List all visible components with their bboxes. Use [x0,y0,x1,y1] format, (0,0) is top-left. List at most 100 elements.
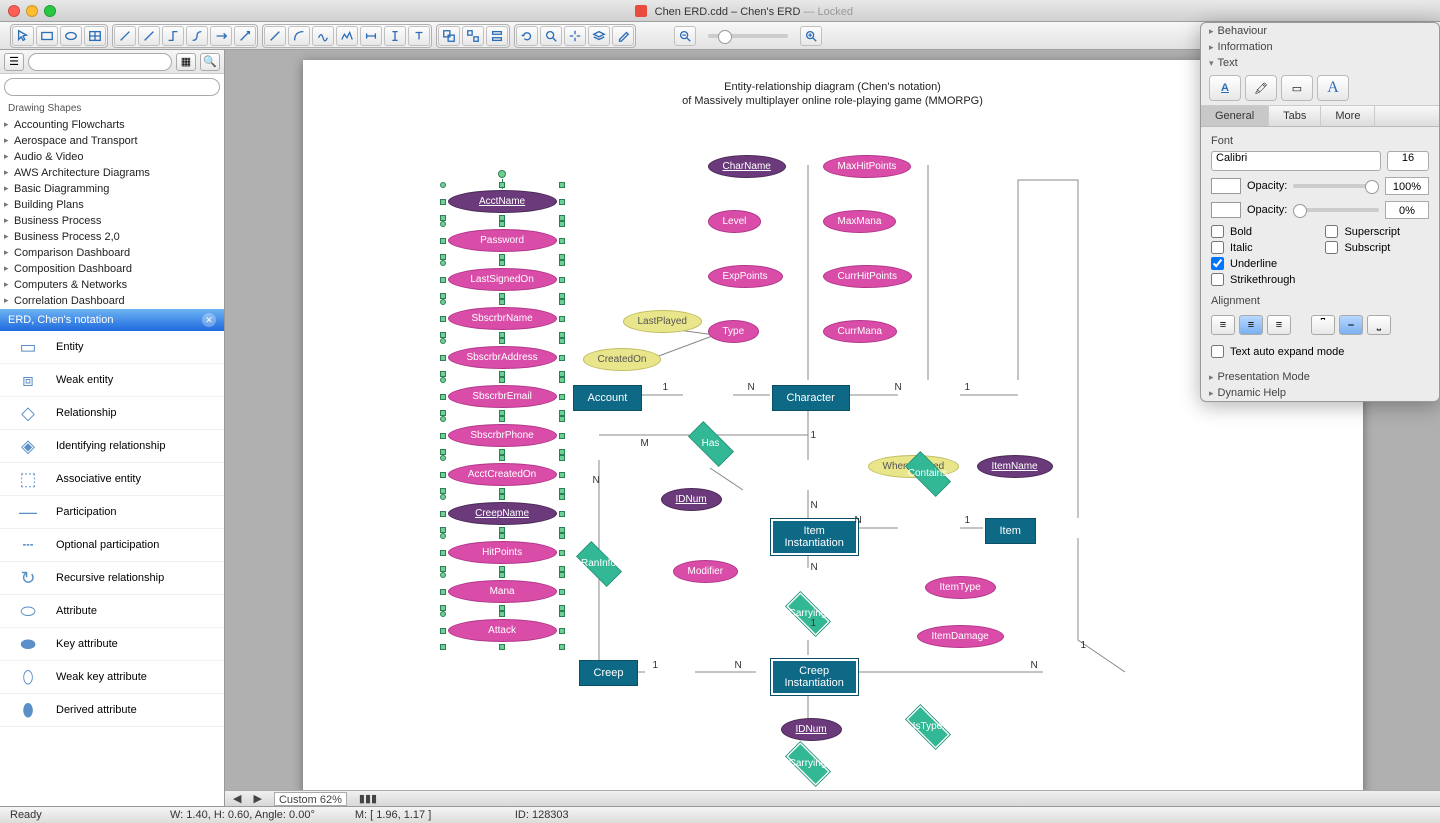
entity-character[interactable]: Character [772,385,850,411]
polyline-tool[interactable] [336,26,358,46]
underline-checkbox[interactable] [1211,257,1224,270]
library-grid-icon[interactable]: ▦ [176,53,196,71]
shape-item[interactable]: ⬮Derived attribute [0,694,224,727]
connector-tool-2[interactable] [138,26,160,46]
valign-top-button[interactable]: ⎴ [1311,315,1335,335]
category-item[interactable]: Aerospace and Transport [0,133,224,149]
text-opacity-slider[interactable] [1293,184,1379,188]
shape-filter-input[interactable] [4,78,220,96]
strike-checkbox[interactable] [1211,273,1224,286]
category-item[interactable]: AWS Architecture Diagrams [0,165,224,181]
attr-itemname[interactable]: ItemName [977,455,1053,478]
tab-more[interactable]: More [1321,106,1375,126]
zoom-window-button[interactable] [44,5,56,17]
category-item[interactable]: Audio & Video [0,149,224,165]
rel-raninfo[interactable]: RanInfo [569,549,629,579]
attr-charname[interactable]: CharName [708,155,786,178]
attr-itemdamage[interactable]: ItemDamage [917,625,1004,648]
align-center-button[interactable]: ≡ [1239,315,1263,335]
auto-expand-checkbox[interactable] [1211,345,1224,358]
rel-has[interactable]: Has [681,429,741,459]
inspector-presentation[interactable]: Presentation Mode [1201,369,1439,385]
inspector-information[interactable]: Information [1201,39,1439,55]
curve-tool[interactable] [312,26,334,46]
entity-item-instantiation[interactable]: Item Instantiation [770,518,859,556]
ellipse-tool[interactable] [60,26,82,46]
shape-item[interactable]: ↻Recursive relationship [0,562,224,595]
rel-istype[interactable]: IsType [898,712,958,742]
font-size-input[interactable]: 16 [1387,151,1429,171]
font-icon[interactable]: A [1317,75,1349,101]
bg-color-well[interactable] [1211,202,1241,218]
text-opacity-value[interactable]: 100% [1385,177,1429,195]
arc-tool[interactable] [288,26,310,46]
shape-item[interactable]: ⬬Key attribute [0,628,224,661]
shape-item[interactable]: ◇Relationship [0,397,224,430]
rel-carrying-2[interactable]: Carrying [778,749,838,779]
library-search-icon[interactable]: 🔍 [200,53,220,71]
valign-bottom-button[interactable]: ⎵ [1367,315,1391,335]
refresh-tool[interactable] [516,26,538,46]
attr-type[interactable]: Type [708,320,760,343]
text-tool[interactable] [408,26,430,46]
shape-item[interactable]: ⬭Attribute [0,595,224,628]
text-color-well[interactable] [1211,178,1241,194]
bold-checkbox[interactable] [1211,225,1224,238]
shape-item[interactable]: —Participation [0,496,224,529]
pointer-tool[interactable] [12,26,34,46]
category-item[interactable]: Comparison Dashboard [0,245,224,261]
rect-tool[interactable] [36,26,58,46]
category-item[interactable]: Building Plans [0,197,224,213]
rel-carrying[interactable]: Carrying [778,599,838,629]
pages-tabs[interactable]: ▮▮▮ [359,792,377,805]
bg-opacity-value[interactable]: 0% [1385,201,1429,219]
ungroup-tool[interactable] [462,26,484,46]
selected-attributes-column[interactable]: AcctName Password LastSignedOn SbscrbrNa… [448,190,557,658]
category-item[interactable]: Accounting Flowcharts [0,117,224,133]
attr-lastplayed[interactable]: LastPlayed [623,310,702,333]
layers-tool[interactable] [588,26,610,46]
attr-currhitpoints[interactable]: CurrHitPoints [823,265,912,288]
inspector-dynamic-help[interactable]: Dynamic Help [1201,385,1439,401]
connector-tool-5[interactable] [210,26,232,46]
entity-creep-instantiation[interactable]: Creep Instantiation [770,658,859,696]
connector-tool-3[interactable] [162,26,184,46]
category-item[interactable]: Correlation Dashboard [0,293,224,309]
shape-item[interactable]: ▭Entity [0,331,224,364]
tab-tabs[interactable]: Tabs [1269,106,1321,126]
minimize-window-button[interactable] [26,5,38,17]
pan-tool[interactable] [564,26,586,46]
connector-tool-4[interactable] [186,26,208,46]
table-tool[interactable] [84,26,106,46]
entity-item[interactable]: Item [985,518,1036,544]
group-tool[interactable] [438,26,460,46]
close-window-button[interactable] [8,5,20,17]
inspector-text[interactable]: Text [1201,55,1439,71]
prev-page-button[interactable]: ◀ [233,792,241,805]
connector-tool-1[interactable] [114,26,136,46]
font-select[interactable]: Calibri [1211,151,1381,171]
inspector-behaviour[interactable]: Behaviour [1201,23,1439,39]
zoom-combo[interactable]: Custom 62% [274,792,347,806]
category-item[interactable]: Composition Dashboard [0,261,224,277]
text-box-icon[interactable]: ▭ [1281,75,1313,101]
entity-creep[interactable]: Creep [579,660,639,686]
line-tool[interactable] [264,26,286,46]
library-toggle-icon[interactable]: ☰ [4,53,24,71]
dimension-h-tool[interactable] [360,26,382,46]
attr-maxhitpoints[interactable]: MaxHitPoints [823,155,912,178]
next-page-button[interactable]: ▶ [253,792,261,805]
category-item[interactable]: Business Process [0,213,224,229]
library-search-input[interactable] [28,53,172,71]
italic-checkbox[interactable] [1211,241,1224,254]
attr-maxmana[interactable]: MaxMana [823,210,897,233]
attr-exppoints[interactable]: ExpPoints [708,265,783,288]
zoom-slider[interactable] [708,34,788,38]
close-stencil-icon[interactable]: ✕ [202,313,216,327]
active-stencil-header[interactable]: ERD, Chen's notation ✕ [0,309,224,331]
zoom-out-button[interactable] [674,26,696,46]
eyedropper-tool[interactable] [612,26,634,46]
shape-item[interactable]: ┄Optional participation [0,529,224,562]
zoom-tool[interactable] [540,26,562,46]
connector-tool-6[interactable] [234,26,256,46]
